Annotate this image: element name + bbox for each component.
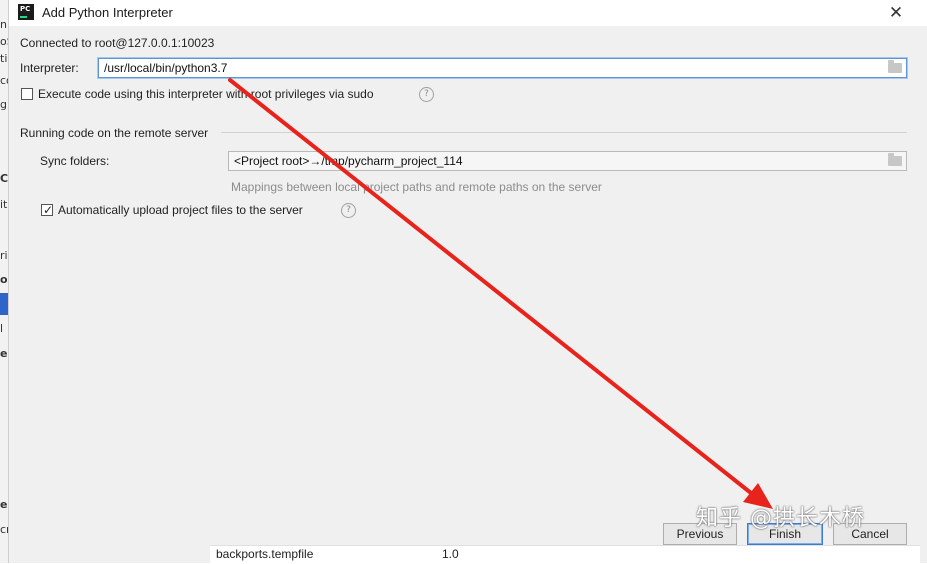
add-python-interpreter-dialog: PC Add Python Interpreter ✕ Connected to… (8, 0, 927, 564)
dialog-title: Add Python Interpreter (42, 5, 173, 20)
app-icon-text: PC (20, 5, 31, 13)
connection-status: Connected to root@127.0.0.1:10023 (20, 36, 215, 50)
background-text-fragment: co (0, 74, 8, 87)
checkmark-icon: ✓ (43, 203, 54, 217)
auto-upload-checkbox[interactable]: ✓ (41, 203, 54, 217)
zhihu-watermark: 知乎 @拱长木桥 (696, 506, 865, 531)
background-text-fragment: g (0, 98, 7, 111)
background-package-name: backports.tempfile (216, 547, 314, 561)
close-button[interactable]: ✕ (883, 2, 909, 24)
background-selected-row (0, 293, 8, 315)
sudo-option-label: Execute code using this interpreter with… (38, 87, 374, 101)
sudo-checkbox[interactable] (21, 88, 33, 100)
help-icon[interactable]: ? (419, 87, 434, 102)
help-icon[interactable]: ? (341, 203, 356, 218)
background-text-fragment: cr (0, 523, 8, 536)
interpreter-label: Interpreter: (20, 61, 79, 75)
section-divider (221, 132, 907, 133)
pycharm-app-icon: PC (18, 4, 34, 20)
background-text-fragment: e (0, 498, 8, 511)
dialog-content: Connected to root@127.0.0.1:10023 Interp… (9, 26, 927, 564)
background-text-fragment: ou (0, 273, 8, 286)
background-text-fragment: n (0, 18, 7, 31)
background-text-fragment: ri (0, 249, 8, 262)
interpreter-path-value: /usr/local/bin/python3.7 (104, 61, 228, 75)
background-package-version: 1.0 (442, 547, 459, 561)
sync-folders-value: <Project root>→/tmp/pycharm_project_114 (234, 154, 463, 168)
sync-folders-field[interactable]: <Project root>→/tmp/pycharm_project_114 (228, 151, 907, 171)
background-text-fragment: Co (0, 172, 8, 185)
auto-upload-label: Automatically upload project files to th… (58, 203, 303, 217)
background-text-fragment: oS (0, 35, 8, 48)
folder-icon[interactable] (888, 153, 902, 166)
background-ide-sidebar: n oS ti co g Co iti ri ou l el e cr (0, 0, 8, 563)
background-packages-table: backports.tempfile 1.0 (210, 545, 920, 564)
dialog-titlebar: PC Add Python Interpreter ✕ (9, 0, 927, 26)
background-text-fragment: ti (0, 52, 8, 65)
sync-folders-label: Sync folders: (40, 154, 110, 168)
remote-section-title: Running code on the remote server (20, 126, 209, 140)
app-icon-bar (20, 16, 27, 18)
background-text-fragment: l (0, 322, 4, 335)
background-text-fragment: iti (0, 198, 8, 211)
folder-icon[interactable] (888, 60, 902, 73)
sync-folders-hint: Mappings between local project paths and… (231, 180, 602, 194)
interpreter-path-field[interactable]: /usr/local/bin/python3.7 (98, 58, 907, 78)
background-text-fragment: el (0, 347, 8, 360)
